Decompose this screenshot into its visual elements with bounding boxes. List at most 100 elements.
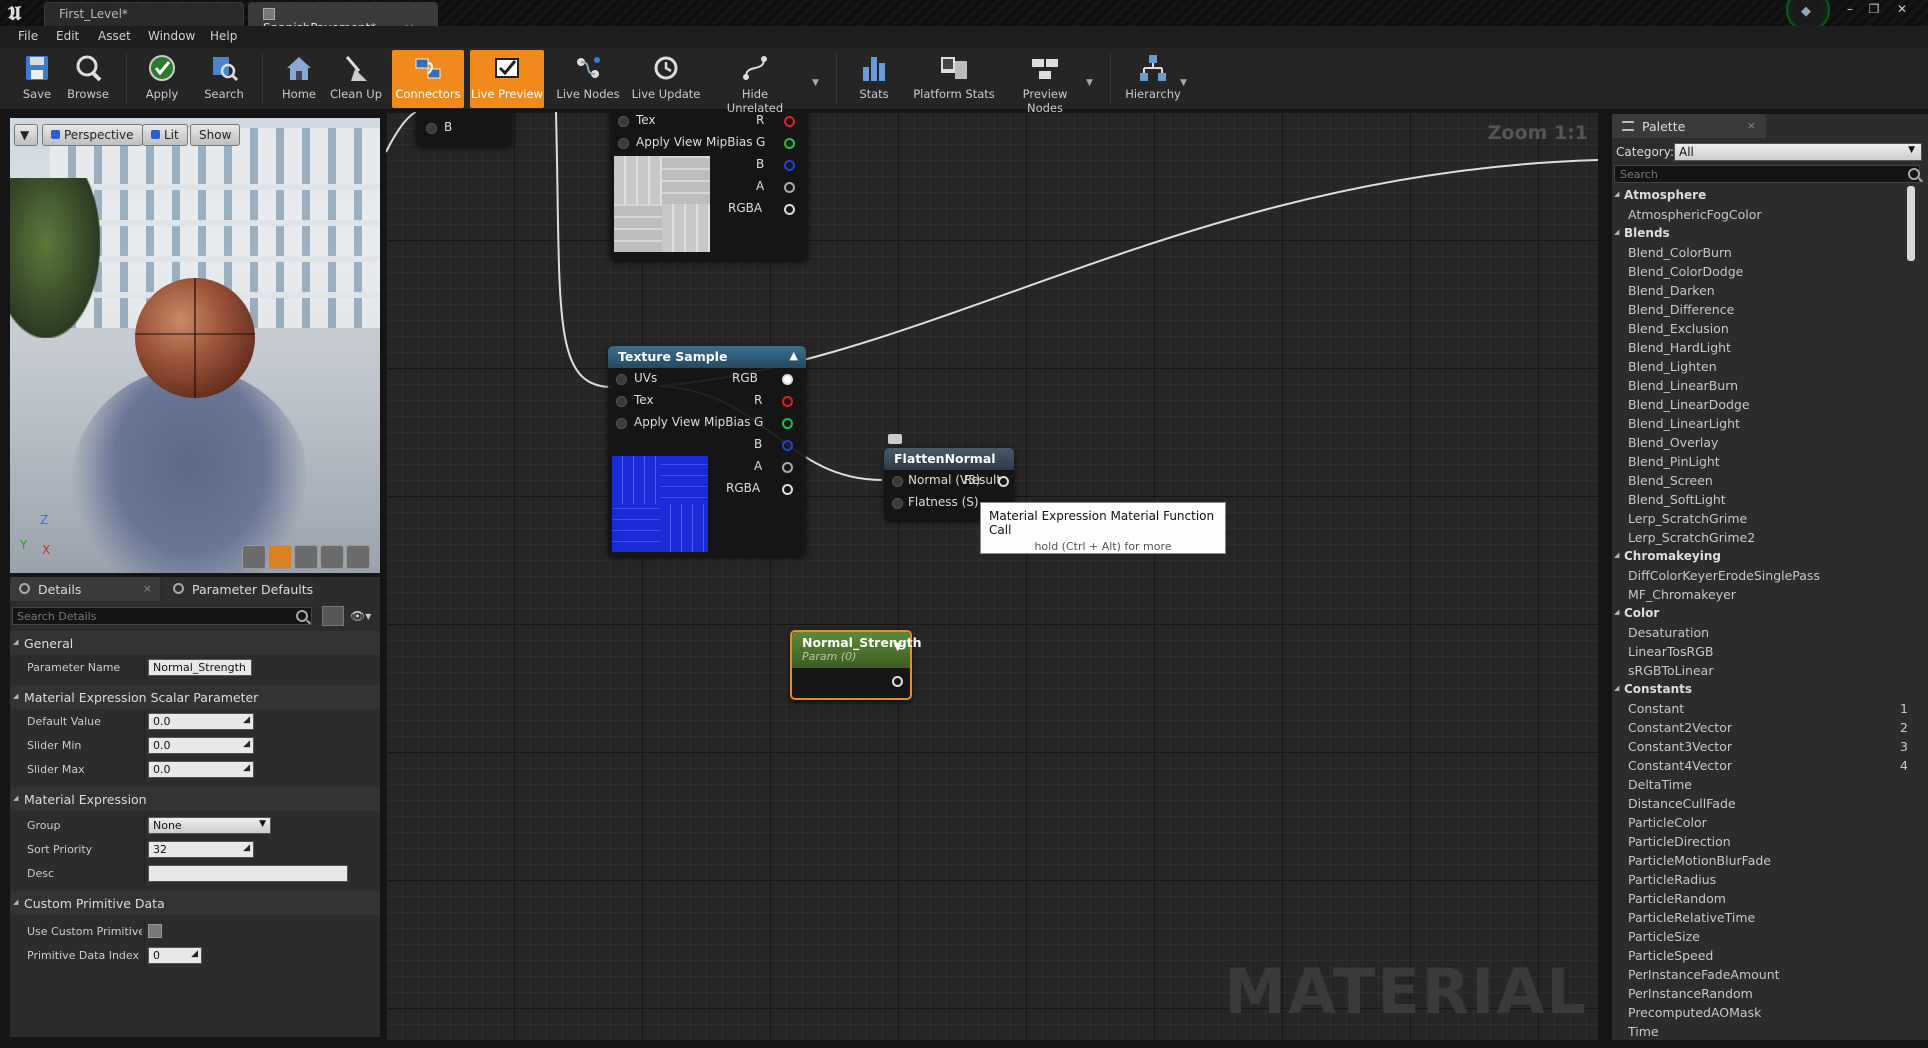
palette-item[interactable]: DeltaTime bbox=[1612, 775, 1912, 794]
palette-search-input[interactable]: Search bbox=[1614, 165, 1920, 183]
palette-item[interactable]: Blend_LinearLight bbox=[1612, 414, 1912, 433]
palette-category-atmosphere[interactable]: Atmosphere bbox=[1612, 186, 1912, 205]
palette-category-color[interactable]: Color bbox=[1612, 604, 1912, 623]
g-output-pin[interactable] bbox=[784, 138, 795, 149]
input-pin[interactable] bbox=[616, 374, 627, 385]
clean-up-button[interactable]: Clean Up bbox=[328, 50, 384, 108]
input-pin[interactable] bbox=[892, 498, 903, 509]
palette-item[interactable]: AtmosphericFogColor bbox=[1612, 205, 1912, 224]
live-update-button[interactable]: Live Update bbox=[630, 50, 702, 108]
menu-file[interactable]: File bbox=[18, 29, 38, 43]
material-preview-viewport[interactable]: ▼ Perspective Lit Show Z Y X bbox=[10, 118, 380, 573]
palette-item[interactable]: LinearTosRGB bbox=[1612, 642, 1912, 661]
palette-category-blends[interactable]: Blends bbox=[1612, 224, 1912, 243]
texture-sample-node-top[interactable]: Tex Apply View MipBias R G B A RGBA bbox=[610, 112, 808, 260]
close-window-button[interactable]: ✕ bbox=[1890, 0, 1914, 18]
rgba-output-pin[interactable] bbox=[784, 204, 795, 215]
palette-item[interactable]: ParticleDirection bbox=[1612, 832, 1912, 851]
palette-item[interactable]: PerInstanceRandom bbox=[1612, 984, 1912, 1003]
palette-item[interactable]: Blend_LinearBurn bbox=[1612, 376, 1912, 395]
palette-item[interactable]: DiffColorKeyerErodeSinglePass bbox=[1612, 566, 1912, 585]
minimize-button[interactable]: – bbox=[1838, 0, 1862, 18]
palette-item[interactable]: Constant2Vector 2 bbox=[1612, 718, 1912, 737]
r-output-pin[interactable] bbox=[782, 396, 793, 407]
tab-palette[interactable]: Palette × bbox=[1612, 114, 1766, 138]
comment-bubble-icon[interactable] bbox=[888, 434, 902, 444]
tab-first-level[interactable]: First_Level* bbox=[44, 2, 244, 26]
palette-item[interactable]: Lerp_ScratchGrime bbox=[1612, 509, 1912, 528]
section-material-expression[interactable]: Material Expression bbox=[10, 787, 380, 811]
result-output-pin[interactable] bbox=[998, 476, 1009, 487]
palette-item[interactable]: Blend_Overlay bbox=[1612, 433, 1912, 452]
browse-button[interactable]: Browse bbox=[62, 50, 114, 108]
perspective-button[interactable]: Perspective bbox=[42, 124, 143, 146]
palette-item[interactable]: ParticleMotionBlurFade bbox=[1612, 851, 1912, 870]
chevron-down-icon[interactable]: ▼ bbox=[812, 78, 819, 88]
palette-item[interactable]: Blend_Exclusion bbox=[1612, 319, 1912, 338]
palette-item[interactable]: PrecomputedAOMask bbox=[1612, 1003, 1912, 1022]
palette-category-chromakeying[interactable]: Chromakeying bbox=[1612, 547, 1912, 566]
input-pin[interactable] bbox=[616, 418, 627, 429]
menu-window[interactable]: Window bbox=[148, 29, 195, 43]
palette-item[interactable]: Blend_HardLight bbox=[1612, 338, 1912, 357]
property-matrix-button[interactable] bbox=[322, 606, 344, 626]
palette-item[interactable]: Lerp_ScratchGrime2 bbox=[1612, 528, 1912, 547]
sort-priority-field[interactable]: 32 ◢ bbox=[148, 841, 254, 858]
menu-asset[interactable]: Asset bbox=[98, 29, 131, 43]
maximize-button[interactable]: ❐ bbox=[1862, 0, 1886, 18]
input-pin[interactable] bbox=[426, 123, 437, 134]
category-select[interactable]: All ▼ bbox=[1674, 143, 1922, 161]
palette-item[interactable]: sRGBToLinear bbox=[1612, 661, 1912, 680]
palette-scrollbar[interactable] bbox=[1907, 186, 1915, 261]
palette-item[interactable]: Blend_PinLight bbox=[1612, 452, 1912, 471]
plane-preview-icon[interactable] bbox=[294, 545, 318, 569]
tab-details[interactable]: Details × bbox=[10, 577, 160, 601]
tab-spanish-pavement[interactable]: SpanishPavement*× bbox=[248, 2, 438, 35]
palette-item[interactable]: DistanceCullFade bbox=[1612, 794, 1912, 813]
apply-button[interactable]: Apply bbox=[140, 50, 184, 108]
hierarchy-button[interactable]: Hierarchy bbox=[1124, 50, 1182, 108]
lit-button[interactable]: Lit bbox=[142, 124, 188, 146]
input-pin[interactable] bbox=[618, 116, 629, 127]
input-pin[interactable] bbox=[618, 138, 629, 149]
close-icon[interactable]: × bbox=[1747, 119, 1756, 132]
section-custom-primitive-data[interactable]: Custom Primitive Data bbox=[10, 891, 380, 915]
cube-preview-icon[interactable] bbox=[320, 545, 344, 569]
palette-item[interactable]: Blend_Darken bbox=[1612, 281, 1912, 300]
viewport-options-button[interactable]: ▼ bbox=[14, 124, 38, 146]
material-graph[interactable]: Zoom 1:1 MATERIAL B Tex Apply View MipBi… bbox=[386, 112, 1598, 1040]
rgba-output-pin[interactable] bbox=[782, 484, 793, 495]
palette-item[interactable]: Blend_LinearDodge bbox=[1612, 395, 1912, 414]
parameter-name-field[interactable]: Normal_Strength bbox=[148, 659, 252, 676]
search-button[interactable]: Search bbox=[200, 50, 248, 108]
stats-button[interactable]: Stats bbox=[852, 50, 896, 108]
palette-item[interactable]: ParticleSpeed bbox=[1612, 946, 1912, 965]
slider-min-field[interactable]: 0.0 ◢ bbox=[148, 737, 254, 754]
palette-item[interactable]: Time bbox=[1612, 1022, 1912, 1040]
rgb-output-pin[interactable] bbox=[782, 374, 793, 385]
palette-item[interactable]: Blend_Difference bbox=[1612, 300, 1912, 319]
chevron-down-icon[interactable]: ▼ bbox=[1086, 78, 1093, 88]
connectors-button[interactable]: Connectors bbox=[392, 50, 464, 108]
chevron-down-icon[interactable]: ▼ bbox=[894, 640, 902, 653]
home-button[interactable]: Home bbox=[278, 50, 320, 108]
palette-item[interactable]: ParticleRadius bbox=[1612, 870, 1912, 889]
eye-icon[interactable]: 👁▾ bbox=[350, 609, 371, 623]
desc-field[interactable] bbox=[148, 865, 348, 882]
default-value-field[interactable]: 0.0 ◢ bbox=[148, 713, 254, 730]
cylinder-preview-icon[interactable] bbox=[242, 545, 266, 569]
hide-unrelated-button[interactable]: Hide Unrelated bbox=[712, 50, 798, 115]
custom-mesh-preview-icon[interactable] bbox=[346, 545, 370, 569]
collapse-icon[interactable]: ▲ bbox=[790, 349, 798, 362]
palette-item[interactable]: MF_Chromakeyer bbox=[1612, 585, 1912, 604]
palette-item[interactable]: ParticleSize bbox=[1612, 927, 1912, 946]
save-button[interactable]: Save bbox=[16, 50, 58, 108]
live-preview-button[interactable]: Live Preview bbox=[470, 50, 544, 108]
group-select[interactable]: None ▼ bbox=[148, 817, 271, 834]
primitive-data-index-field[interactable]: 0 ◢ bbox=[148, 947, 202, 964]
palette-item[interactable]: ParticleColor bbox=[1612, 813, 1912, 832]
section-scalar-parameter[interactable]: Material Expression Scalar Parameter bbox=[10, 685, 380, 709]
palette-item[interactable]: PerInstanceFadeAmount bbox=[1612, 965, 1912, 984]
palette-item[interactable]: Constant 1 bbox=[1612, 699, 1912, 718]
palette-item[interactable]: Desaturation bbox=[1612, 623, 1912, 642]
